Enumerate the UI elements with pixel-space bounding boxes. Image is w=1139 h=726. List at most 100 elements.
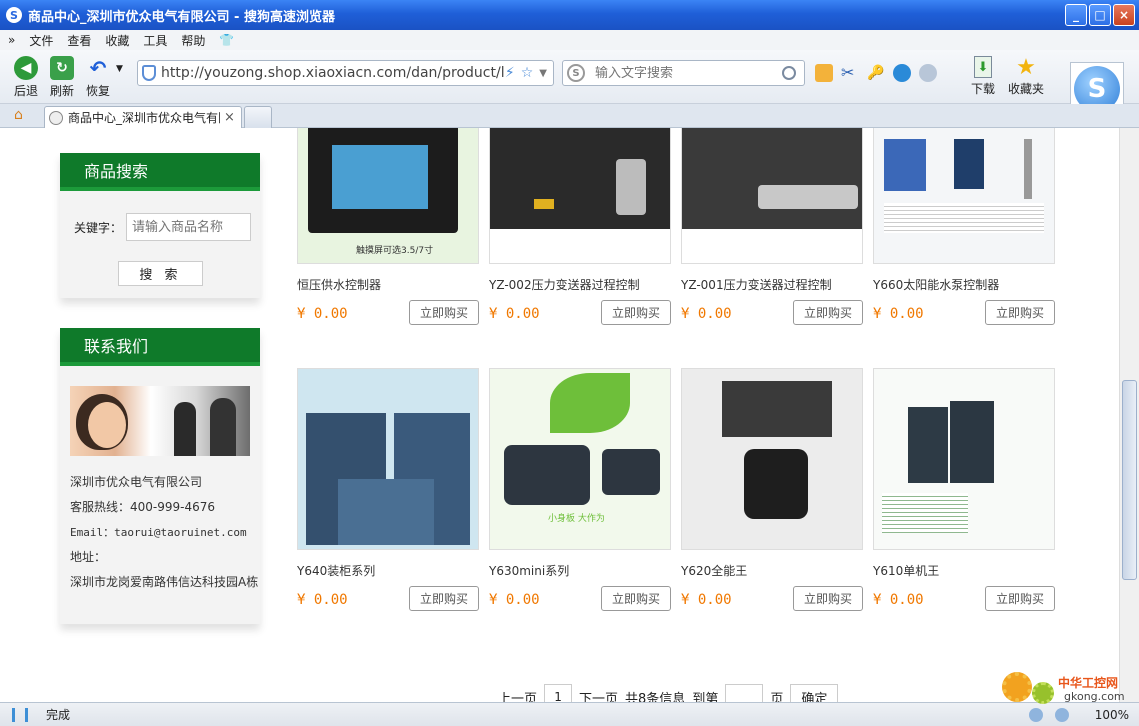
keyword-input[interactable] <box>126 213 252 241</box>
buy-now-button[interactable]: 立即购买 <box>985 300 1055 325</box>
product-card[interactable]: Y620全能王 ¥ 0.00 立即购买 <box>681 368 863 611</box>
product-name[interactable]: 恒压供水控制器 <box>297 276 381 293</box>
current-page[interactable]: 1 <box>544 684 573 702</box>
gear-small-icon <box>1032 682 1054 704</box>
customer-service-photo <box>70 386 250 456</box>
buy-now-button[interactable]: 立即购买 <box>793 586 863 611</box>
restore-button[interactable]: ↶ 恢复 <box>80 56 116 99</box>
speed-icon[interactable] <box>1055 707 1069 722</box>
home-icon[interactable]: ⌂ <box>14 108 30 122</box>
address-dropdown-icon[interactable]: ▼ <box>539 68 547 79</box>
product-card[interactable]: Y660太阳能水泵控制器 ¥ 0.00 立即购买 <box>873 128 1055 325</box>
product-name[interactable]: YZ-001压力变送器过程控制 <box>681 276 832 293</box>
page-viewport: 商品搜索 关键字： 搜 索 联系我们 深圳市优众电气有限公司 客服热线：400-… <box>0 128 1119 702</box>
search-input[interactable] <box>595 65 782 81</box>
more-icon[interactable] <box>919 64 937 82</box>
favorites-button[interactable]: ★ 收藏夹 <box>1006 56 1046 97</box>
zoom-level[interactable]: 100% <box>1095 708 1129 722</box>
product-image[interactable] <box>873 128 1055 264</box>
email: Email：taorui@taoruinet.com <box>70 526 247 539</box>
menu-item-view[interactable]: 查看 <box>67 32 91 49</box>
search-button[interactable]: 搜 索 <box>118 261 203 286</box>
next-page-link[interactable]: 下一页 <box>579 688 618 703</box>
product-image[interactable] <box>873 368 1055 550</box>
product-name[interactable]: Y660太阳能水泵控制器 <box>873 276 999 293</box>
product-name[interactable]: Y620全能王 <box>681 562 747 579</box>
product-card[interactable]: 小身板 大作为 Y630mini系列 ¥ 0.00 立即购买 <box>489 368 671 611</box>
buy-now-button[interactable]: 立即购买 <box>409 300 479 325</box>
product-image[interactable] <box>681 368 863 550</box>
tab-close-icon[interactable]: × <box>224 110 235 125</box>
close-window-button[interactable]: × <box>1113 4 1135 26</box>
download-button[interactable]: ⬇ 下载 <box>968 56 998 97</box>
product-image[interactable]: 触摸屏可选3.5/7寸 <box>297 128 479 264</box>
product-name[interactable]: Y630mini系列 <box>489 562 569 579</box>
page-unit: 页 <box>770 691 784 703</box>
buy-now-button[interactable]: 立即购买 <box>985 586 1055 611</box>
prev-page-link[interactable]: 上一页 <box>498 688 537 703</box>
key-icon[interactable]: 🔑 <box>867 64 885 82</box>
buy-now-button[interactable]: 立即购买 <box>409 586 479 611</box>
goto-page-input[interactable] <box>725 684 764 702</box>
product-price: ¥ 0.00 <box>489 592 540 608</box>
product-price: ¥ 0.00 <box>873 306 924 322</box>
lightning-icon[interactable]: ⚡ <box>505 65 515 81</box>
product-card[interactable]: Y640装柜系列 ¥ 0.00 立即购买 <box>297 368 479 611</box>
sidebar-toggle-icon[interactable] <box>12 707 28 722</box>
back-button[interactable]: ◀ 后退 <box>8 56 44 99</box>
download-icon: ⬇ <box>974 56 992 78</box>
product-image[interactable] <box>489 128 671 264</box>
product-search-heading: 商品搜索 <box>60 153 260 191</box>
minimize-button[interactable]: _ <box>1065 4 1087 26</box>
product-price: ¥ 0.00 <box>297 592 348 608</box>
scrollbar-thumb[interactable] <box>1122 380 1137 580</box>
product-image[interactable]: 小身板 大作为 <box>489 368 671 550</box>
product-name[interactable]: Y610单机王 <box>873 562 939 579</box>
contact-panel: 联系我们 深圳市优众电气有限公司 客服热线：400-999-4676 Email… <box>60 328 260 624</box>
buy-now-button[interactable]: 立即购买 <box>601 300 671 325</box>
star-icon[interactable]: ☆ <box>521 65 534 81</box>
address-bar[interactable]: http://youzong.shop.xiaoxiacn.com/dan/pr… <box>137 60 554 86</box>
product-card[interactable]: YZ-001压力变送器过程控制 ¥ 0.00 立即购买 <box>681 128 863 325</box>
maximize-button[interactable]: □ <box>1089 4 1111 26</box>
product-card[interactable]: Y610单机王 ¥ 0.00 立即购买 <box>873 368 1055 611</box>
watermark-title: 中华工控网 <box>1058 676 1119 690</box>
product-image[interactable] <box>681 128 863 264</box>
restore-dropdown-icon[interactable]: ▼ <box>116 64 123 74</box>
contact-heading: 联系我们 <box>60 328 260 366</box>
menu-item-favorites[interactable]: 收藏 <box>105 32 129 49</box>
confirm-button[interactable]: 确定 <box>790 684 839 702</box>
vertical-scrollbar[interactable] <box>1119 128 1139 702</box>
product-price: ¥ 0.00 <box>873 592 924 608</box>
buy-now-button[interactable]: 立即购买 <box>601 586 671 611</box>
menu-chevron[interactable]: » <box>8 33 15 47</box>
menu-item-help[interactable]: 帮助 <box>181 32 205 49</box>
star-favorites-icon: ★ <box>1016 55 1036 80</box>
refresh-button[interactable]: ↻ 刷新 <box>44 56 80 99</box>
search-box[interactable]: S <box>562 60 805 86</box>
window-toggle-icon[interactable] <box>815 64 833 82</box>
skin-icon[interactable]: 👕 <box>219 33 234 47</box>
scissors-icon[interactable]: ✂ <box>841 64 859 82</box>
page-favicon-icon <box>49 110 63 125</box>
menu-item-file[interactable]: 文件 <box>29 32 53 49</box>
back-arrow-icon: ◀ <box>14 56 38 80</box>
product-name[interactable]: YZ-002压力变送器过程控制 <box>489 276 640 293</box>
translate-icon[interactable] <box>893 64 911 82</box>
product-price: ¥ 0.00 <box>681 592 732 608</box>
total-count: 共8条信息 <box>625 691 686 703</box>
tab-product-center[interactable]: 商品中心_深圳市优众电气有限公司 × <box>44 106 242 128</box>
menu-item-tools[interactable]: 工具 <box>143 32 167 49</box>
url-text[interactable]: http://youzong.shop.xiaoxiacn.com/dan/pr… <box>161 65 505 81</box>
product-image[interactable] <box>297 368 479 550</box>
magnifier-icon[interactable] <box>782 66 796 80</box>
buy-now-button[interactable]: 立即购买 <box>793 300 863 325</box>
product-search-panel: 商品搜索 关键字： 搜 索 <box>60 153 260 298</box>
speaker-icon[interactable] <box>1029 707 1043 722</box>
new-tab-button[interactable] <box>244 106 272 128</box>
product-name[interactable]: Y640装柜系列 <box>297 562 375 579</box>
status-text: 完成 <box>46 708 71 722</box>
product-card[interactable]: 触摸屏可选3.5/7寸 恒压供水控制器 ¥ 0.00 立即购买 <box>297 128 479 325</box>
status-bar: 完成 100% <box>0 702 1139 726</box>
product-card[interactable]: YZ-002压力变送器过程控制 ¥ 0.00 立即购买 <box>489 128 671 325</box>
